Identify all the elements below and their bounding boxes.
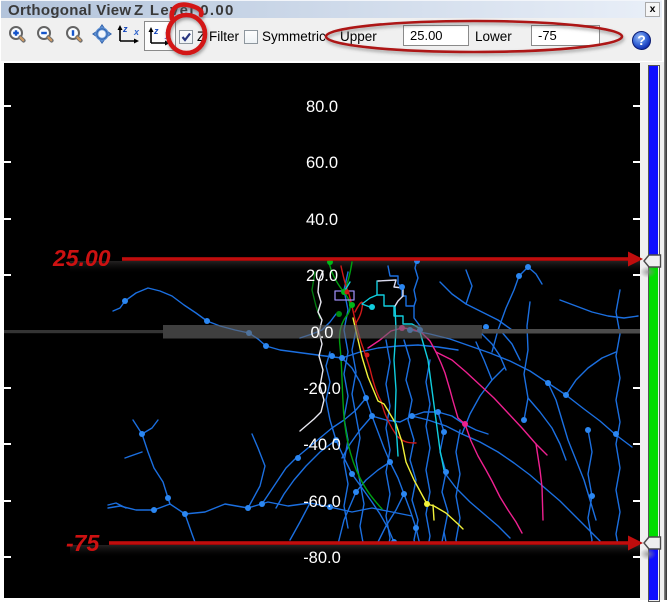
- svg-text:-40.0: -40.0: [303, 436, 341, 454]
- svg-text:20.0: 20.0: [306, 267, 338, 285]
- svg-text:-60.0: -60.0: [303, 493, 341, 511]
- svg-text:0.0: 0.0: [311, 324, 334, 342]
- svg-text:-75: -75: [66, 530, 100, 556]
- svg-text:-20.0: -20.0: [303, 380, 341, 398]
- svg-text:40.0: 40.0: [306, 211, 338, 229]
- svg-text:60.0: 60.0: [306, 154, 338, 172]
- svg-text:80.0: 80.0: [306, 98, 338, 116]
- svg-text:-80.0: -80.0: [303, 549, 341, 567]
- svg-text:25.00: 25.00: [52, 245, 111, 271]
